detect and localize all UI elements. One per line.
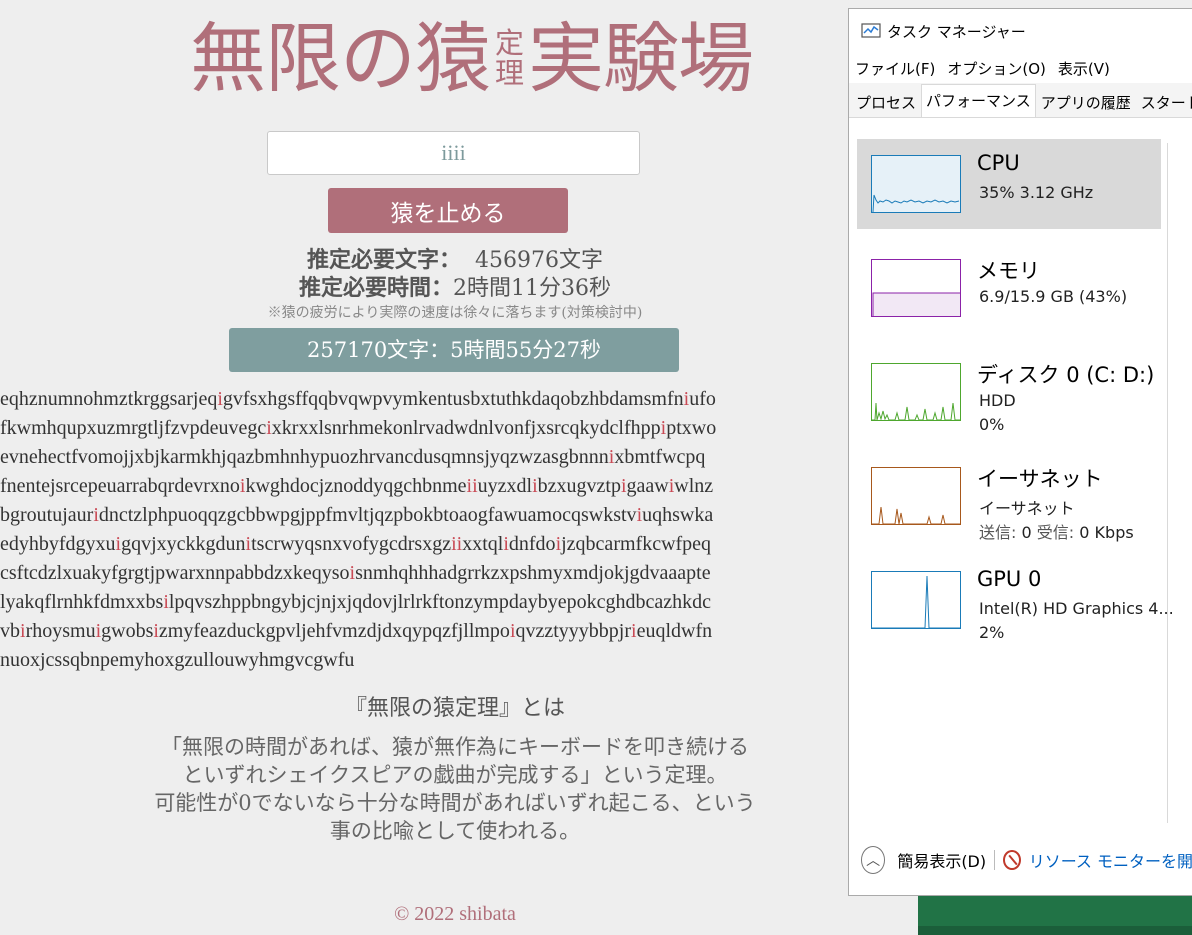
task-manager-window: タスク マネージャー ファイル(F) オプション(O) 表示(V) プロセス パ… [848, 8, 1192, 896]
about-heading: 『無限の猿定理』とは [344, 696, 565, 721]
ethernet-rates: 送信: 0 受信: 0 Kbps [979, 523, 1134, 542]
typed-line: fkwmhqupxuzmrgtljfzvpdeuvegcixkrxxlsnrhm… [0, 414, 850, 443]
footer-copyright: © 2022 shibata [394, 903, 516, 925]
typed-chars: tscrwyqsnxvofygcdrsxgz [251, 533, 452, 555]
typed-chars: dnctzlphpuoqqzgcbbwpgjppfmvltjqzpbokbtoa… [98, 504, 637, 526]
stop-monkey-button[interactable]: 猿を止める [328, 188, 568, 233]
typed-chars: fnentejsrcepeuarrabqrdevrxno [0, 475, 240, 497]
typed-chars: qvzztyyybbpjr [515, 620, 632, 642]
cpu-graph-icon [871, 155, 961, 213]
typed-text-output: eqhznumnohmztkrggsarjeqigvfsxhgsffqqbvqw… [0, 385, 850, 675]
about-line: 「無限の時間があれば、猿が無作為にキーボードを叩き続ける [161, 735, 749, 759]
typed-line: csftcdzlxuakyfgrgtjpwarxnnpabbdzxkeqysoi… [0, 559, 850, 588]
typed-chars: uyzxdl [477, 475, 533, 497]
typed-chars: bgroutujaur [0, 504, 94, 526]
fewer-details-button[interactable]: 簡易表示(D) [897, 848, 986, 872]
typed-chars: evnehectfvomojjxbjkarmkhjqazbmhnhypuozhr… [0, 446, 609, 468]
typed-chars: gvfsxhgsffqqbvqwpvymkentusbxtuthkdaqobzh… [222, 388, 684, 410]
progress-status: 257170文字：5時間55分27秒 [229, 328, 679, 372]
task-manager-footer: ︿ 簡易表示(D) リソース モニターを開 [849, 835, 1192, 885]
perf-item-cpu[interactable]: CPU 35% 3.12 GHz [857, 139, 1161, 229]
typed-line: nuoxjcssqbnpemyhoxgzullouwyhmgvcgwfu [0, 646, 850, 675]
typed-chars: ptxwo [666, 417, 717, 439]
typed-chars: euqldwfn [636, 620, 713, 642]
monkey-theorem-page: 無限の猿定理実験場 猿を止める 推定必要文字： 456976文字 推定必要時間：… [0, 0, 910, 935]
typed-chars: fkwmhqupxuzmrgtljfzvpdeuvegc [0, 417, 267, 439]
matched-char: ii [451, 533, 463, 555]
typed-chars: ufo [689, 388, 716, 410]
menu-bar: ファイル(F) オプション(O) 表示(V) [849, 53, 1192, 83]
typed-line: bgroutujauridnctzlphpuoqqzgcbbwpgjppfmvl… [0, 501, 850, 530]
typed-chars: edyhbyfdgyxu [0, 533, 116, 555]
typed-line: evnehectfvomojjxbjkarmkhjqazbmhnhypuozhr… [0, 443, 850, 472]
title-ruby: 定理 [494, 26, 524, 90]
tab-strip: プロセス パフォーマンス アプリの履歴 スタートア [849, 83, 1192, 118]
perf-item-gpu[interactable]: GPU 0 Intel(R) HD Graphics 4... 2% [857, 555, 1174, 645]
background-excel-window [918, 896, 1192, 935]
window-title: タスク マネージャー [887, 22, 1026, 41]
sidebar-divider[interactable] [1167, 143, 1168, 823]
perf-item-disk[interactable]: ディスク 0 (C: D:) HDD 0% [857, 347, 1161, 437]
tab-app-history[interactable]: アプリの履歴 [1036, 88, 1136, 117]
typed-chars: gwobs [101, 620, 154, 642]
typed-chars: gaaw [626, 475, 669, 497]
typed-chars: csftcdzlxuakyfgrgtjpwarxnnpabbdzxkeqyso [0, 562, 350, 584]
about-line: 事の比喩として使われる。 [329, 819, 581, 843]
tab-performance[interactable]: パフォーマンス [921, 84, 1036, 117]
typed-chars: zmyfeazduckgpvljehfvmzdjdxqypqzfjllmpo [158, 620, 510, 642]
typed-chars: bzxugvztp [537, 475, 621, 497]
chevron-up-icon[interactable]: ︿ [861, 846, 886, 874]
typed-line: lyakqflrnhkfdmxxbsilpqvszhppbngybjcjnjxj… [0, 588, 850, 617]
ethernet-graph-icon [871, 467, 961, 525]
menu-file[interactable]: ファイル(F) [855, 58, 935, 79]
perf-item-ethernet[interactable]: イーサネット イーサネット 送信: 0 受信: 0 Kbps [857, 451, 1161, 542]
typed-chars: wlnz [674, 475, 714, 497]
fatigue-note: ※猿の疲労により実際の速度は徐々に落ちます(対策検討中) [267, 305, 643, 321]
menu-options[interactable]: オプション(O) [947, 58, 1046, 79]
typed-chars: xbmtfwcpq [614, 446, 706, 468]
about-line: 可能性が0でないなら十分な時間があればいずれ起こる、という [154, 791, 756, 815]
typed-line: fnentejsrcepeuarrabqrdevrxnoikwghdocjzno… [0, 472, 850, 501]
resource-monitor-icon [1002, 850, 1021, 870]
typed-chars: snmhqhhhadgrrkzxpshmyxmdjokjgdvaaapte [355, 562, 711, 584]
typed-line: vbirhoysmuigwobsizmyfeazduckgpvljehfvmzd… [0, 617, 850, 646]
menu-view[interactable]: 表示(V) [1058, 58, 1110, 79]
memory-graph-icon [871, 259, 961, 317]
typed-chars: jzqbcarmfkcwfpeq [561, 533, 712, 555]
tab-processes[interactable]: プロセス [851, 88, 921, 117]
open-resource-monitor-link[interactable]: リソース モニターを開 [1029, 848, 1192, 872]
task-manager-icon [861, 23, 881, 38]
typed-chars: gqvjxyckkgdun [121, 533, 246, 555]
typed-chars: eqhznumnohmztkrggsarjeq [0, 388, 218, 410]
footer-separator [994, 850, 995, 870]
typed-chars: rhoysmu [25, 620, 96, 642]
typed-chars: vb [0, 620, 20, 642]
page-title: 無限の猿定理実験場 [190, 14, 754, 103]
typed-line: edyhbyfdgyxuigqvjxyckkgdunitscrwyqsnxvof… [0, 530, 850, 559]
about-line: といずれシェイクスピアの戯曲が完成する」という定理。 [182, 763, 728, 787]
typed-chars: uqhswka [642, 504, 714, 526]
typed-chars: dnfdo [508, 533, 556, 555]
typed-chars: lyakqflrnhkfdmxxbs [0, 591, 164, 613]
matched-char: ii [466, 475, 478, 497]
typed-chars: xxtql [462, 533, 504, 555]
typed-chars: xkrxxlsnrhmekonlrvadwdnlvonfjxsrcqkydclf… [271, 417, 661, 439]
typed-chars: lpqvszhppbngybjcjnjxjqdovjlrlrkftonzympd… [168, 591, 711, 613]
task-manager-titlebar[interactable]: タスク マネージャー [849, 9, 1192, 53]
gpu-graph-icon [871, 571, 961, 629]
disk-graph-icon [871, 363, 961, 421]
target-text-input[interactable] [267, 131, 640, 175]
typed-chars: nuoxjcssqbnpemyhoxgzullouwyhmgvcgwfu [0, 649, 355, 671]
about-text: 「無限の時間があれば、猿が無作為にキーボードを叩き続ける といずれシェイクスピアの… [0, 733, 910, 845]
perf-item-memory[interactable]: メモリ 6.9/15.9 GB (43%) [857, 243, 1161, 333]
tab-startup[interactable]: スタートア [1136, 88, 1192, 117]
perf-name: CPU [977, 151, 1020, 175]
estimate-time: 推定必要時間：2時間11分36秒 [298, 275, 611, 301]
typed-line: eqhznumnohmztkrggsarjeqigvfsxhgsffqqbvqw… [0, 385, 850, 414]
typed-chars: kwghdocjznoddyqgchbnme [245, 475, 467, 497]
